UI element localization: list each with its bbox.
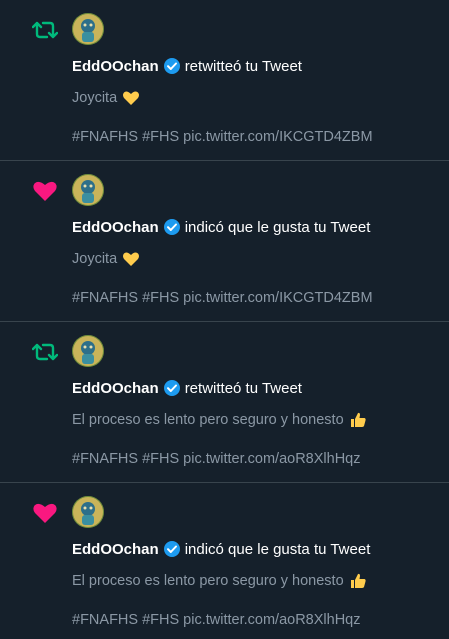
avatar[interactable] bbox=[72, 174, 104, 206]
notifications-feed: EddOOchan retwitteó tu Tweet Joycita #FN… bbox=[0, 0, 449, 639]
tweet-text-content: Joycita bbox=[72, 251, 118, 267]
notification-action-text: indicó que le gusta tu Tweet bbox=[184, 540, 371, 558]
notification-item[interactable]: EddOOchan retwitteó tu Tweet El proceso … bbox=[0, 322, 449, 483]
notification-headline: EddOOchan indicó que le gusta tu Tweet bbox=[72, 218, 370, 236]
verified-badge-icon bbox=[163, 218, 181, 236]
tweet-text: Joycita bbox=[72, 89, 140, 107]
avatar[interactable] bbox=[72, 496, 104, 528]
username-link[interactable]: EddOOchan bbox=[72, 541, 159, 558]
thumbs-up-emoji-icon bbox=[349, 572, 367, 590]
username-link[interactable]: EddOOchan bbox=[72, 58, 159, 75]
yellow-heart-emoji-icon bbox=[122, 89, 140, 107]
tweet-text-content: Joycita bbox=[72, 90, 118, 106]
avatar[interactable] bbox=[72, 13, 104, 45]
tweet-hashtags-link[interactable]: #FNAFHS #FHS pic.twitter.com/IKCGTD4ZBM bbox=[72, 290, 373, 306]
heart-icon bbox=[30, 499, 60, 527]
tweet-hashtags-link[interactable]: #FNAFHS #FHS pic.twitter.com/aoR8XlhHqz bbox=[72, 451, 360, 467]
username-link[interactable]: EddOOchan bbox=[72, 380, 159, 397]
notification-item[interactable]: EddOOchan indicó que le gusta tu Tweet J… bbox=[0, 161, 449, 322]
tweet-text-content: El proceso es lento pero seguro y honest… bbox=[72, 573, 344, 589]
notification-action-text: retwitteó tu Tweet bbox=[184, 379, 302, 397]
verified-badge-icon bbox=[163, 379, 181, 397]
verified-badge-icon bbox=[163, 57, 181, 75]
notification-headline: EddOOchan retwitteó tu Tweet bbox=[72, 379, 302, 397]
retweet-icon bbox=[30, 338, 60, 366]
notification-headline: EddOOchan retwitteó tu Tweet bbox=[72, 57, 302, 75]
notification-item[interactable]: EddOOchan retwitteó tu Tweet Joycita #FN… bbox=[0, 0, 449, 161]
tweet-hashtags-link[interactable]: #FNAFHS #FHS pic.twitter.com/IKCGTD4ZBM bbox=[72, 129, 373, 145]
retweet-icon bbox=[30, 16, 60, 44]
avatar[interactable] bbox=[72, 335, 104, 367]
notification-item[interactable]: EddOOchan indicó que le gusta tu Tweet E… bbox=[0, 483, 449, 639]
tweet-text: Joycita bbox=[72, 250, 140, 268]
tweet-text: El proceso es lento pero seguro y honest… bbox=[72, 572, 367, 590]
notification-headline: EddOOchan indicó que le gusta tu Tweet bbox=[72, 540, 370, 558]
thumbs-up-emoji-icon bbox=[349, 411, 367, 429]
verified-badge-icon bbox=[163, 540, 181, 558]
tweet-text-content: El proceso es lento pero seguro y honest… bbox=[72, 412, 344, 428]
notification-action-text: retwitteó tu Tweet bbox=[184, 57, 302, 75]
notification-action-text: indicó que le gusta tu Tweet bbox=[184, 218, 371, 236]
heart-icon bbox=[30, 177, 60, 205]
yellow-heart-emoji-icon bbox=[122, 250, 140, 268]
username-link[interactable]: EddOOchan bbox=[72, 219, 159, 236]
tweet-text: El proceso es lento pero seguro y honest… bbox=[72, 411, 367, 429]
tweet-hashtags-link[interactable]: #FNAFHS #FHS pic.twitter.com/aoR8XlhHqz bbox=[72, 612, 360, 628]
